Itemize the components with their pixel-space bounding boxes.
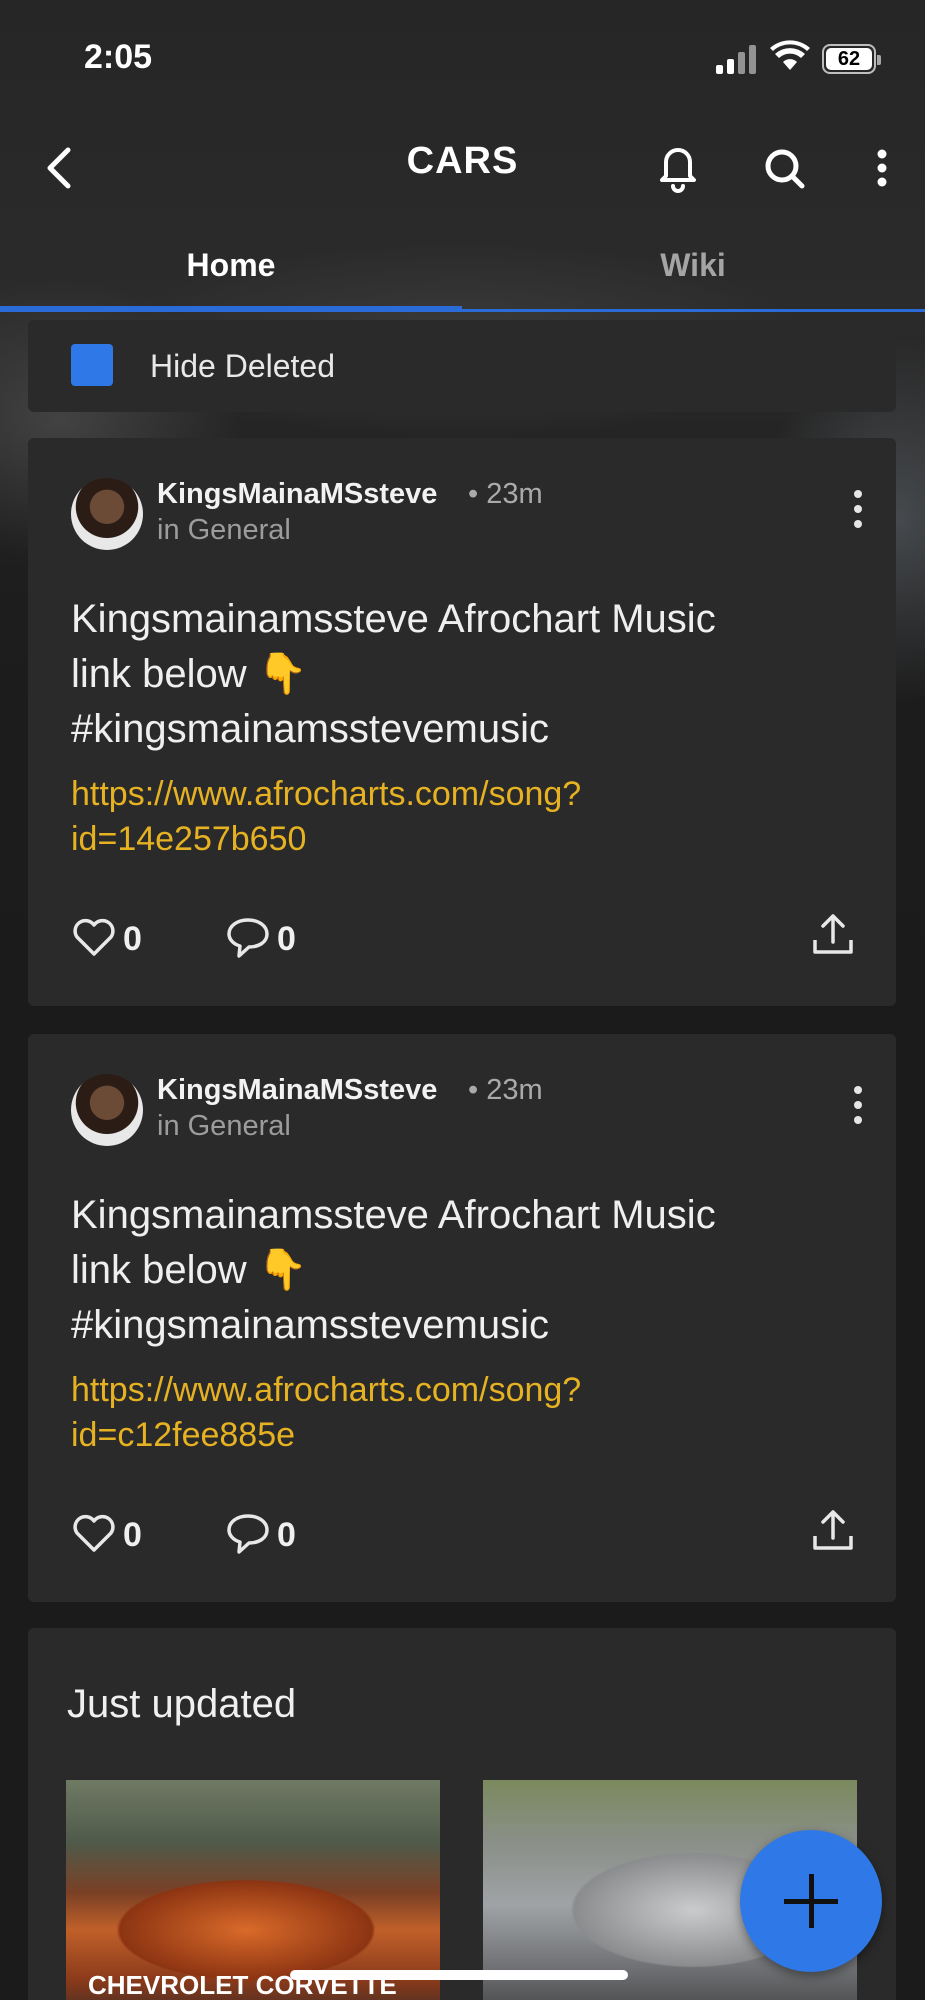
like-button[interactable]: 0: [71, 1510, 142, 1560]
post-body[interactable]: Kingsmainamssteve Afrochart Music link b…: [71, 592, 851, 757]
wiki-card[interactable]: CHEVROLET CORVETTE: [66, 1780, 440, 2000]
post-link-line[interactable]: id=14e257b650: [71, 817, 851, 862]
back-arrow-icon[interactable]: [40, 140, 80, 196]
post-body-line: link below 👇: [71, 652, 308, 696]
post-category[interactable]: in General: [157, 1110, 291, 1143]
top-app-bar: CARS: [0, 120, 925, 230]
home-indicator: [290, 1970, 628, 1980]
avatar[interactable]: [71, 1074, 143, 1146]
post-body-line: link below 👇: [71, 1248, 308, 1292]
share-icon[interactable]: [811, 1506, 855, 1554]
bell-icon[interactable]: [654, 140, 702, 196]
post-time: • 23m: [468, 1074, 543, 1106]
post-body-line: #kingsmainamsstevemusic: [71, 1303, 549, 1347]
search-icon[interactable]: [760, 140, 810, 196]
heart-icon: [73, 918, 115, 956]
comment-icon: [227, 918, 269, 958]
battery-icon: 62: [822, 44, 881, 74]
section-title: Just updated: [67, 1682, 297, 1726]
more-options-icon[interactable]: [862, 140, 902, 196]
wifi-icon: [770, 40, 810, 70]
hide-deleted-label: Hide Deleted: [150, 348, 335, 384]
like-count: 0: [123, 920, 142, 958]
post-body-line: Kingsmainamssteve Afrochart Music: [71, 597, 716, 641]
create-post-button[interactable]: [740, 1830, 882, 1972]
post-category[interactable]: in General: [157, 514, 291, 547]
hide-deleted-checkbox[interactable]: [71, 344, 113, 386]
post-link-line[interactable]: https://www.afrocharts.com/song?: [71, 772, 851, 817]
heart-icon: [73, 1514, 115, 1552]
comment-button[interactable]: 0: [225, 1510, 296, 1560]
post-body[interactable]: Kingsmainamssteve Afrochart Music link b…: [71, 1188, 851, 1353]
tab-bar: Home Wiki: [0, 238, 925, 312]
cellular-signal-icon: [716, 44, 760, 74]
post-author[interactable]: KingsMainaMSsteve: [157, 1074, 437, 1107]
avatar[interactable]: [71, 478, 143, 550]
post-link[interactable]: https://www.afrocharts.com/song? id=c12f…: [71, 1368, 851, 1458]
status-time: 2:05: [84, 38, 153, 76]
post-card[interactable]: KingsMainaMSsteve • 23m in General Kings…: [28, 438, 896, 1006]
comment-count: 0: [277, 1516, 296, 1554]
post-body-line: #kingsmainamsstevemusic: [71, 707, 549, 751]
battery-level: 62: [826, 48, 872, 70]
hide-deleted-toggle[interactable]: Hide Deleted: [28, 320, 896, 412]
like-button[interactable]: 0: [71, 914, 142, 964]
post-link-line[interactable]: https://www.afrocharts.com/song?: [71, 1368, 851, 1413]
share-icon[interactable]: [811, 910, 855, 958]
comment-count: 0: [277, 920, 296, 958]
active-tab-indicator: [0, 306, 462, 312]
post-time: • 23m: [468, 478, 543, 510]
post-more-icon[interactable]: [846, 1086, 870, 1130]
like-count: 0: [123, 1516, 142, 1554]
post-body-line: Kingsmainamssteve Afrochart Music: [71, 1193, 716, 1237]
status-bar: 2:05 62: [0, 0, 925, 120]
post-card[interactable]: KingsMainaMSsteve • 23m in General Kings…: [28, 1034, 896, 1602]
post-link[interactable]: https://www.afrocharts.com/song? id=14e2…: [71, 772, 851, 862]
tab-home[interactable]: Home: [0, 238, 462, 312]
comment-button[interactable]: 0: [225, 914, 296, 964]
post-link-line[interactable]: id=c12fee885e: [71, 1413, 851, 1458]
post-author[interactable]: KingsMainaMSsteve: [157, 478, 437, 511]
post-more-icon[interactable]: [846, 490, 870, 534]
comment-icon: [227, 1514, 269, 1554]
tab-wiki[interactable]: Wiki: [462, 238, 924, 312]
